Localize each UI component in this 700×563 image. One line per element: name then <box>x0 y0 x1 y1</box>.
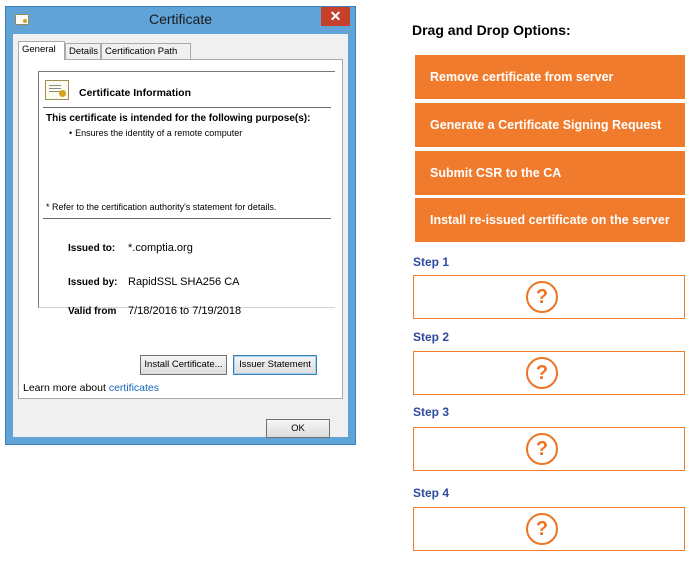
install-certificate-button[interactable]: Install Certificate... <box>140 355 227 375</box>
question-icon: ? <box>526 281 558 313</box>
window-title: Certificate <box>148 11 213 27</box>
drag-drop-title: Drag and Drop Options: <box>412 22 571 38</box>
certificate-dialog: Certificate ✕ General Details Certificat… <box>5 6 356 445</box>
question-icon: ? <box>526 513 558 545</box>
step-4-drop-zone[interactable]: ? <box>413 507 685 551</box>
step-1-label: Step 1 <box>413 255 450 269</box>
issued-by-label: Issued by: <box>68 277 118 288</box>
ok-button[interactable]: OK <box>266 419 330 438</box>
dialog-body: General Details Certification Path Certi… <box>13 34 348 438</box>
certificate-info-box: Certificate Information This certificate… <box>38 71 335 317</box>
purpose-title: This certificate is intended for the fol… <box>46 113 311 124</box>
tab-details[interactable]: Details <box>65 43 101 59</box>
option-generate-csr[interactable]: Generate a Certificate Signing Request <box>415 103 685 147</box>
option-remove-certificate[interactable]: Remove certificate from server <box>415 55 685 99</box>
close-button[interactable]: ✕ <box>321 7 350 26</box>
title-bar[interactable]: Certificate ✕ <box>6 7 355 33</box>
tab-general[interactable]: General <box>18 41 65 60</box>
issued-to-label: Issued to: <box>68 243 116 254</box>
valid-range-value: 7/18/2016 to 7/19/2018 <box>128 305 242 317</box>
info-heading: Certificate Information <box>79 87 192 99</box>
certificate-icon <box>45 80 69 100</box>
step-3-label: Step 3 <box>413 405 450 419</box>
tab-certification-path[interactable]: Certification Path <box>101 43 191 59</box>
step-2-drop-zone[interactable]: ? <box>413 351 685 395</box>
step-4-label: Step 4 <box>413 486 450 500</box>
question-icon: ? <box>526 357 558 389</box>
step-3-drop-zone[interactable]: ? <box>413 427 685 471</box>
learn-more-text: Learn more about certificates <box>23 382 159 394</box>
issuer-statement-button[interactable]: Issuer Statement <box>233 355 317 375</box>
refer-note: * Refer to the certification authority's… <box>46 202 277 212</box>
question-icon: ? <box>526 433 558 465</box>
divider <box>43 107 331 108</box>
step-2-label: Step 2 <box>413 330 450 344</box>
option-submit-csr[interactable]: Submit CSR to the CA <box>415 151 685 195</box>
issued-by-value: RapidSSL SHA256 CA <box>128 276 240 288</box>
learn-more-label: Learn more about <box>23 382 106 394</box>
option-install-reissued[interactable]: Install re-issued certificate on the ser… <box>415 198 685 242</box>
close-icon: ✕ <box>329 8 342 24</box>
step-1-drop-zone[interactable]: ? <box>413 275 685 319</box>
divider <box>43 218 331 219</box>
certificates-link[interactable]: certificates <box>109 382 159 394</box>
purpose-item: Ensures the identity of a remote compute… <box>69 128 242 138</box>
valid-from-label: Valid from <box>68 306 117 317</box>
issued-to-value: *.comptia.org <box>128 242 193 254</box>
general-panel: Certificate Information This certificate… <box>18 59 343 399</box>
